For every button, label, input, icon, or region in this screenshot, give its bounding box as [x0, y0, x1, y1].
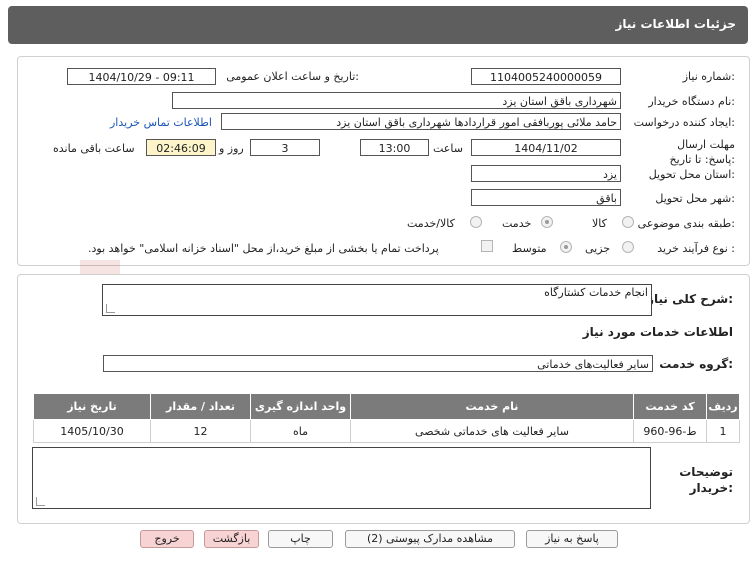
creator-field: حامد ملائی پوربافقی امور قراردادها شهردا… [221, 113, 621, 130]
cell-service-name: سایر فعالیت های خدماتی شخصی [350, 419, 634, 443]
process-medium-radio[interactable] [560, 241, 572, 253]
col-need-date: تاریخ نیاز [33, 393, 151, 420]
process-medium-label: متوسط [512, 242, 547, 255]
col-quantity: تعداد / مقدار [150, 393, 251, 420]
service-group-label: گروه خدمت: [659, 357, 733, 371]
remaining-label: ساعت باقی مانده [53, 142, 135, 155]
attachments-button[interactable]: مشاهده مدارک پیوستی (2) [345, 530, 515, 548]
category-goods-label: کالا [592, 217, 607, 230]
services-table-header: ردیف کد خدمت نام خدمت واحد اندازه گیری ت… [33, 393, 740, 420]
col-service-name: نام خدمت [350, 393, 634, 420]
announce-field: 1404/10/29 - 09:11 [67, 68, 216, 85]
days-field: 3 [250, 139, 320, 156]
need-info-panel [17, 56, 750, 266]
buyer-org-label: نام دستگاه خریدار: [648, 95, 735, 108]
deadline-label: مهلت ارسال پاسخ: تا تاریخ: [669, 138, 735, 166]
buyer-notes-field[interactable] [32, 447, 651, 509]
summary-label: شرح کلی نیاز: [647, 292, 733, 306]
treasury-payment-checkbox[interactable] [481, 240, 493, 252]
table-row: 1 ط-96-960 سایر فعالیت های خدماتی شخصی م… [33, 419, 740, 443]
province-label: استان محل تحویل: [648, 168, 735, 181]
cell-row: 1 [706, 419, 740, 443]
contact-buyer-link[interactable]: اطلاعات تماس خریدار [110, 116, 212, 129]
process-label: نوع فرآیند خرید : [657, 242, 735, 255]
back-button[interactable]: بازگشت [204, 530, 259, 548]
exit-button[interactable]: خروج [140, 530, 194, 548]
col-unit: واحد اندازه گیری [250, 393, 351, 420]
process-minor-label: جزیی [585, 242, 611, 255]
buyer-notes-label: توضیحات خریدار: [679, 465, 733, 495]
page-title-bar: جزئیات اطلاعات نیاز [8, 6, 748, 44]
treasury-payment-note: پرداخت تمام یا بخشی از مبلغ خرید،از محل … [88, 242, 439, 255]
reply-button[interactable]: پاسخ به نیاز [526, 530, 618, 548]
cell-quantity: 12 [150, 419, 251, 443]
category-both-radio[interactable] [470, 216, 482, 228]
buyer-org-field: شهرداری باقق استان یزد [172, 92, 621, 109]
category-service-label: خدمت [502, 217, 532, 230]
category-both-label: کالا/خدمت [407, 217, 455, 230]
category-label: طبقه بندی موضوعی: [637, 217, 735, 230]
process-minor-radio[interactable] [622, 241, 634, 253]
cell-need-date: 1405/10/30 [33, 419, 151, 443]
service-group-field: سایر فعالیت‌های خدماتی [103, 355, 653, 372]
summary-field: انجام خدمات کشتارگاه [102, 284, 652, 316]
need-number-label: شماره نیاز: [682, 70, 735, 83]
creator-label: ایجاد کننده درخواست: [633, 116, 735, 129]
print-button[interactable]: چاپ [268, 530, 333, 548]
page-title: جزئیات اطلاعات نیاز [615, 17, 736, 31]
col-row: ردیف [706, 393, 740, 420]
cell-service-code: ط-96-960 [633, 419, 707, 443]
days-label: روز و [219, 142, 244, 155]
category-service-radio[interactable] [541, 216, 553, 228]
category-goods-radio[interactable] [622, 216, 634, 228]
services-table: ردیف کد خدمت نام خدمت واحد اندازه گیری ت… [33, 393, 740, 443]
col-service-code: کد خدمت [633, 393, 707, 420]
announce-label: تاریخ و ساعت اعلان عمومی: [226, 70, 359, 83]
city-label: شهر محل تحویل: [655, 192, 735, 205]
notes-resize-grip[interactable] [36, 497, 45, 506]
cell-unit: ماه [250, 419, 351, 443]
deadline-time-field: 13:00 [360, 139, 429, 156]
summary-resize-grip[interactable] [106, 304, 115, 313]
deadline-time-label: ساعت [433, 142, 463, 155]
services-section-title: اطلاعات خدمات مورد نیاز [582, 325, 733, 339]
remaining-time-field: 02:46:09 [146, 139, 216, 156]
need-number-field: 1104005240000059 [471, 68, 621, 85]
province-field: یزد [471, 165, 621, 182]
city-field: باقق [471, 189, 621, 206]
deadline-date-field: 1404/11/02 [471, 139, 621, 156]
